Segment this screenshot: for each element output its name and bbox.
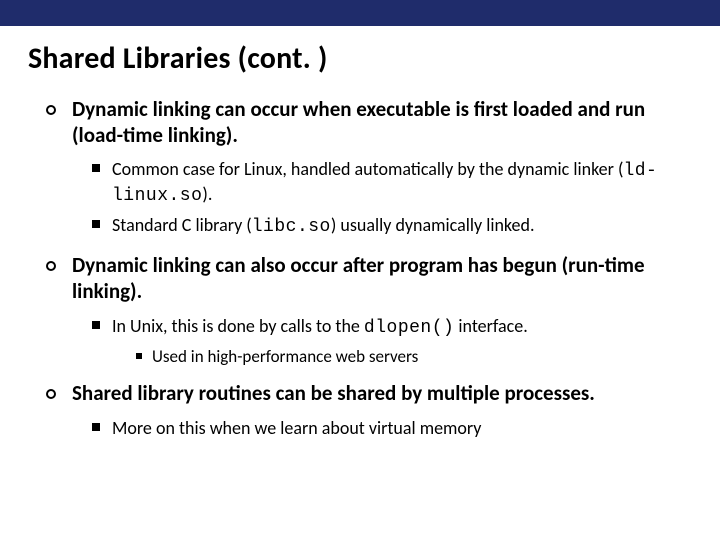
bullet-list: Dynamic linking can occur when executabl…	[46, 97, 692, 440]
code-libc: libc.so	[252, 217, 331, 237]
code-dlopen: dlopen()	[364, 318, 454, 338]
bullet-3-sublist: More on this when we learn about virtual…	[92, 417, 692, 440]
bullet-2-sublist: In Unix, this is done by calls to the dl…	[92, 315, 692, 368]
text-fragment: Common case for Linux, handled automatic…	[112, 158, 623, 180]
bullet-3: Shared library routines can be shared by…	[46, 381, 692, 440]
text-fragment: ) usually dynamically linked.	[331, 214, 535, 236]
text-fragment: In Unix, this is done by calls to the	[112, 315, 364, 337]
bullet-3-sub-1: More on this when we learn about virtual…	[92, 417, 692, 440]
bullet-2-text: Dynamic linking can also occur after pro…	[72, 252, 645, 304]
text-fragment: ).	[202, 183, 212, 205]
text-fragment: Used in high-performance web servers	[152, 346, 418, 367]
bullet-2-sub-1-sublist: Used in high-performance web servers	[136, 346, 692, 368]
slide-title: Shared Libraries (cont. )	[28, 40, 692, 77]
bullet-1-sublist: Common case for Linux, handled automatic…	[92, 158, 692, 239]
text-fragment: More on this when we learn about virtual…	[112, 417, 481, 439]
text-fragment: Standard C library (	[112, 214, 252, 236]
bullet-1-sub-2: Standard C library (libc.so) usually dyn…	[92, 214, 692, 239]
header-bar	[0, 0, 720, 26]
bullet-2: Dynamic linking can also occur after pro…	[46, 253, 692, 367]
bullet-2-sub-1: In Unix, this is done by calls to the dl…	[92, 315, 692, 368]
bullet-3-text: Shared library routines can be shared by…	[72, 380, 595, 406]
bullet-1: Dynamic linking can occur when executabl…	[46, 97, 692, 239]
bullet-1-sub-1: Common case for Linux, handled automatic…	[92, 158, 692, 208]
bullet-2-sub-1-sub-1: Used in high-performance web servers	[136, 346, 692, 368]
bullet-1-text: Dynamic linking can occur when executabl…	[72, 96, 645, 148]
slide-body: Shared Libraries (cont. ) Dynamic linkin…	[0, 40, 720, 440]
text-fragment: interface.	[454, 315, 527, 337]
